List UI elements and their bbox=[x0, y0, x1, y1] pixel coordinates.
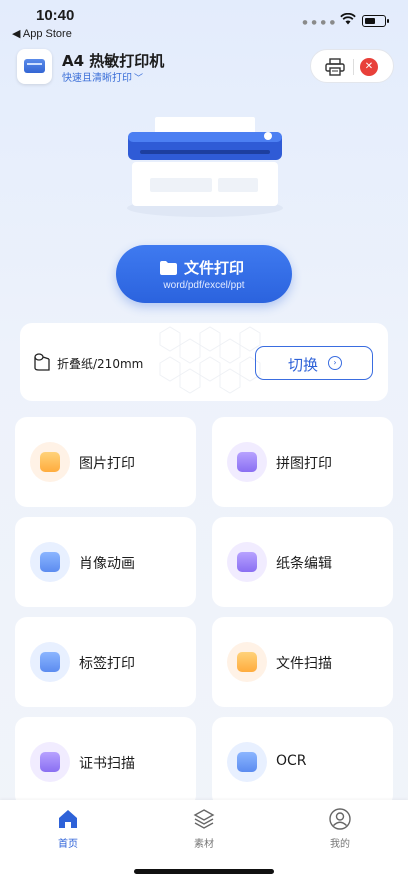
printer-mode-dropdown[interactable]: 快速且清晰打印 ﹀ bbox=[62, 69, 143, 84]
feature-tile-portrait-animation[interactable]: 肖像动画 bbox=[15, 517, 196, 607]
feature-tile-doc-scan[interactable]: 文件扫描 bbox=[212, 617, 393, 707]
printer-illustration bbox=[127, 117, 283, 217]
feature-label: 纸条编辑 bbox=[276, 556, 332, 572]
collage-icon bbox=[227, 442, 267, 482]
portrait-anim-icon bbox=[30, 542, 70, 582]
user-icon bbox=[329, 808, 351, 830]
tab-materials[interactable]: 素材 bbox=[174, 808, 234, 852]
paper-type-label: 折叠纸/210mm bbox=[57, 357, 144, 371]
close-button[interactable]: ✕ bbox=[360, 58, 378, 76]
ocr-icon bbox=[227, 742, 267, 782]
capsule-menu: ✕ bbox=[310, 49, 394, 83]
status-bar: 10:40 ◀ App Store ● ● ● ● bbox=[0, 0, 408, 44]
tab-label: 我的 bbox=[330, 839, 350, 850]
image-icon bbox=[30, 442, 70, 482]
doc-scan-icon bbox=[227, 642, 267, 682]
label-icon bbox=[30, 642, 70, 682]
feature-tile-certificate-scan[interactable]: 证书扫描 bbox=[15, 717, 196, 807]
feature-label: 文件扫描 bbox=[276, 656, 332, 672]
feature-label: 标签打印 bbox=[79, 656, 135, 672]
feature-tile-image-print[interactable]: 图片打印 bbox=[15, 417, 196, 507]
feature-label: 证书扫描 bbox=[79, 756, 135, 772]
feature-label: 拼图打印 bbox=[276, 456, 332, 472]
feature-tile-note-edit[interactable]: 纸条编辑 bbox=[212, 517, 393, 607]
feature-label: 图片打印 bbox=[79, 456, 135, 472]
tab-home[interactable]: 首页 bbox=[38, 808, 98, 852]
switch-label: 切换 bbox=[288, 356, 319, 374]
chevron-down-icon: ﹀ bbox=[134, 74, 144, 84]
feature-label: OCR bbox=[276, 753, 307, 769]
home-indicator bbox=[134, 869, 274, 874]
tab-profile[interactable]: 我的 bbox=[310, 808, 370, 852]
paper-type-card: 折叠纸/210mm 切换 › bbox=[20, 323, 388, 401]
feature-label: 肖像动画 bbox=[79, 556, 135, 572]
app-title: A4 热敏打印机 bbox=[62, 52, 165, 70]
tab-label: 首页 bbox=[58, 839, 78, 850]
folder-icon bbox=[160, 261, 177, 275]
layers-icon bbox=[193, 809, 215, 829]
file-print-label: 文件打印 bbox=[184, 259, 245, 277]
back-to-app-store-link[interactable]: ◀ App Store bbox=[12, 27, 72, 40]
file-print-button[interactable]: 文件打印 word/pdf/excel/ppt bbox=[116, 245, 292, 303]
paper-roll-icon bbox=[34, 353, 50, 371]
feature-tile-ocr[interactable]: OCR bbox=[212, 717, 393, 807]
home-icon bbox=[59, 810, 77, 828]
wifi-icon bbox=[340, 13, 356, 25]
signal-icon: ● ● ● ● bbox=[302, 19, 336, 26]
status-time: 10:40 bbox=[36, 7, 75, 24]
switch-paper-button[interactable]: 切换 › bbox=[255, 346, 373, 380]
app-logo bbox=[17, 49, 52, 84]
certificate-icon bbox=[30, 742, 70, 782]
note-edit-icon bbox=[227, 542, 267, 582]
feature-tile-label-print[interactable]: 标签打印 bbox=[15, 617, 196, 707]
file-print-formats: word/pdf/excel/ppt bbox=[163, 280, 245, 291]
app-subtitle: 快速且清晰打印 bbox=[62, 73, 132, 84]
tab-label: 素材 bbox=[194, 839, 214, 850]
feature-tile-collage-print[interactable]: 拼图打印 bbox=[212, 417, 393, 507]
chevron-right-circle-icon: › bbox=[328, 356, 342, 370]
battery-icon bbox=[362, 15, 389, 27]
printer-icon[interactable] bbox=[325, 58, 345, 76]
